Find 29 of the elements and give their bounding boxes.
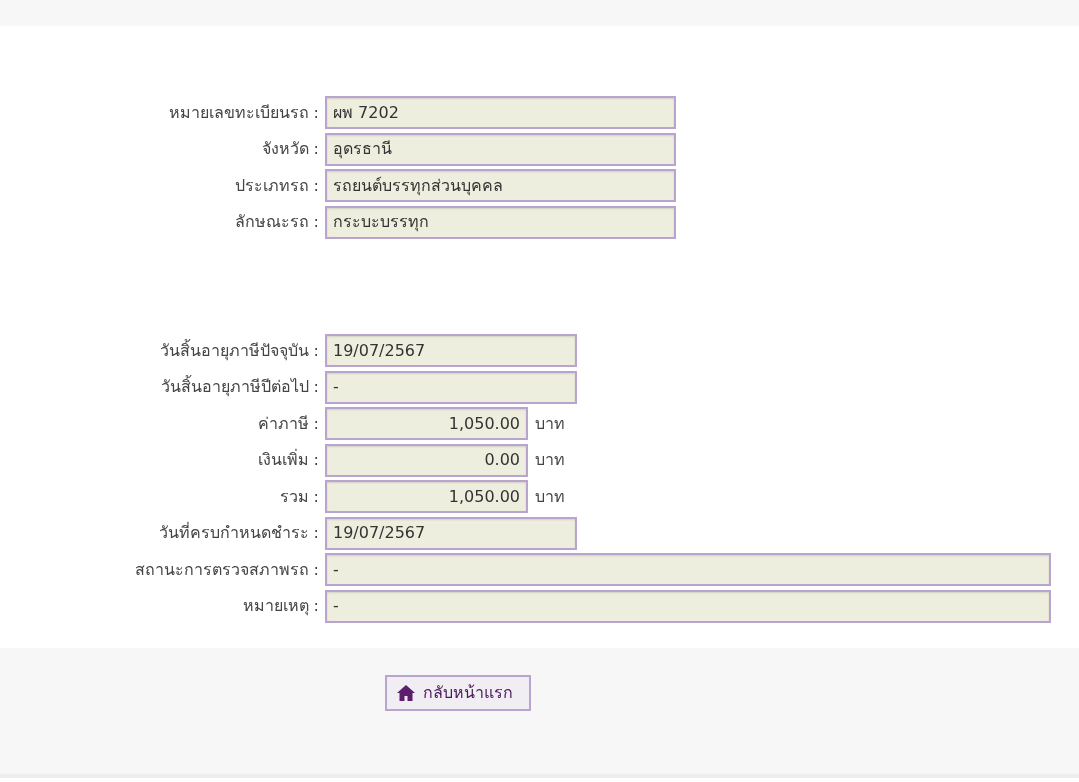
field-label: เงินเพิ่ม :: [256, 448, 320, 472]
field-label: ประเภทรถ :: [233, 174, 320, 197]
field-label: หมายเหตุ :: [241, 595, 320, 618]
field-label: ลักษณะรถ :: [233, 211, 320, 234]
unit-label: บาท: [535, 412, 565, 435]
value-field: กระบะบรรทุก: [325, 205, 676, 239]
field-label: รวม :: [278, 485, 320, 508]
field-label: วันสิ้นอายุภาษีปัจจุบัน :: [158, 338, 320, 363]
value-field: -: [325, 589, 1051, 623]
field-label: หมายเลขทะเบียนรถ :: [167, 101, 320, 124]
value-field: -: [325, 370, 577, 404]
value-field: 19/07/2567: [325, 516, 577, 550]
field-label: วันที่ครบกำหนดชำระ :: [157, 521, 320, 545]
field-label: สถานะการตรวจสภาพรถ :: [133, 558, 320, 581]
value-field: -: [325, 553, 1051, 587]
home-icon: [397, 685, 415, 701]
value-field: 1,050.00: [325, 480, 528, 514]
value-field: อุดรธานี: [325, 132, 676, 166]
value-field: 19/07/2567: [325, 334, 577, 368]
field-label: จังหวัด :: [260, 138, 320, 161]
home-button[interactable]: กลับหน้าแรก: [385, 675, 531, 711]
value-field: รถยนต์บรรทุกส่วนบุคคล: [325, 169, 676, 203]
field-label: ค่าภาษี :: [256, 412, 320, 435]
value-field: ผพ 7202: [325, 96, 676, 130]
value-field: 1,050.00: [325, 407, 528, 441]
value-field: 0.00: [325, 443, 528, 477]
field-label: วันสิ้นอายุภาษีปีต่อไป :: [159, 375, 320, 399]
unit-label: บาท: [535, 485, 565, 508]
unit-label: บาท: [535, 449, 565, 472]
